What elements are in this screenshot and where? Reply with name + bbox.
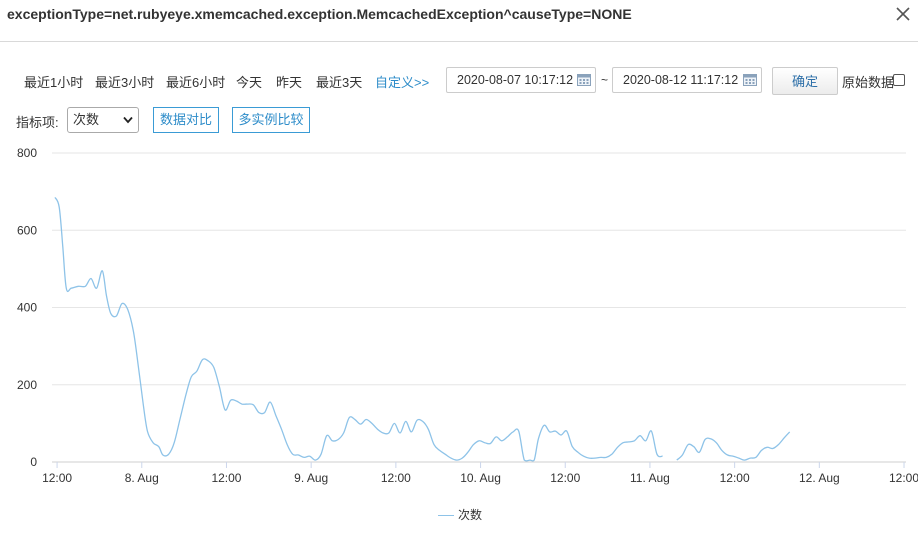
- x-tick-label: 12. Aug: [799, 471, 840, 485]
- metric-select-value: 次数: [73, 112, 100, 127]
- series-line-cishu: [54, 197, 663, 462]
- dialog-title: exceptionType=net.rubyeye.xmemcached.exc…: [7, 6, 632, 22]
- chart-legend-item[interactable]: 次数: [438, 506, 482, 523]
- x-tick-label: 12:00: [550, 471, 580, 485]
- legend-swatch: [438, 515, 454, 517]
- range-last-1-hour[interactable]: 最近1小时: [24, 72, 83, 91]
- y-tick-label: 400: [17, 301, 37, 315]
- range-last-3-hours[interactable]: 最近3小时: [95, 72, 154, 91]
- calendar-icon[interactable]: [743, 73, 757, 86]
- data-compare-button[interactable]: 数据对比: [153, 107, 219, 133]
- close-icon[interactable]: [892, 3, 914, 25]
- x-tick-label: 8. Aug: [125, 471, 159, 485]
- start-date-input[interactable]: 2020-08-07 10:17:12: [446, 67, 596, 93]
- x-tick-label: 11. Aug: [630, 471, 670, 485]
- multi-instance-compare-button[interactable]: 多实例比较: [232, 107, 310, 133]
- y-tick-label: 200: [17, 378, 37, 392]
- x-tick-label: 12:00: [42, 471, 72, 485]
- x-tick-label: 12:00: [720, 471, 750, 485]
- raw-data-label: 原始数据: [842, 75, 895, 90]
- calendar-icon[interactable]: [577, 73, 591, 86]
- range-custom-link[interactable]: 自定义>>: [375, 72, 429, 91]
- end-date-input[interactable]: 2020-08-12 11:17:12: [612, 67, 762, 93]
- x-tick-label: 9. Aug: [294, 471, 328, 485]
- y-tick-label: 800: [17, 146, 37, 160]
- end-date-value: 2020-08-12 11:17:12: [623, 73, 739, 87]
- x-tick-label: 10. Aug: [460, 471, 501, 485]
- x-tick-label: 12:00: [211, 471, 241, 485]
- metric-select[interactable]: 次数: [67, 107, 139, 133]
- chevron-down-icon: [123, 116, 133, 124]
- line-chart: 0 200 400 600 800 12:00 8. Aug 12:00 9. Aug 12:0…: [17, 146, 918, 485]
- confirm-button[interactable]: 确定: [772, 67, 838, 95]
- legend-label: 次数: [458, 508, 483, 522]
- dialog-titlebar: exceptionType=net.rubyeye.xmemcached.exc…: [0, 0, 918, 42]
- x-tick-label: 12:00: [381, 471, 411, 485]
- y-tick-label: 0: [30, 455, 37, 469]
- series-line-cishu: [676, 431, 791, 461]
- y-tick-label: 600: [17, 223, 37, 237]
- range-yesterday[interactable]: 昨天: [276, 72, 302, 91]
- x-tick-label: 12:00: [889, 471, 918, 485]
- start-date-value: 2020-08-07 10:17:12: [457, 73, 574, 87]
- metric-label: 指标项:: [16, 115, 59, 130]
- range-today[interactable]: 今天: [236, 72, 262, 91]
- range-last-3-days[interactable]: 最近3天: [316, 72, 362, 91]
- range-last-6-hours[interactable]: 最近6小时: [166, 72, 225, 91]
- date-separator: ~: [601, 73, 609, 87]
- raw-data-checkbox[interactable]: [893, 74, 905, 86]
